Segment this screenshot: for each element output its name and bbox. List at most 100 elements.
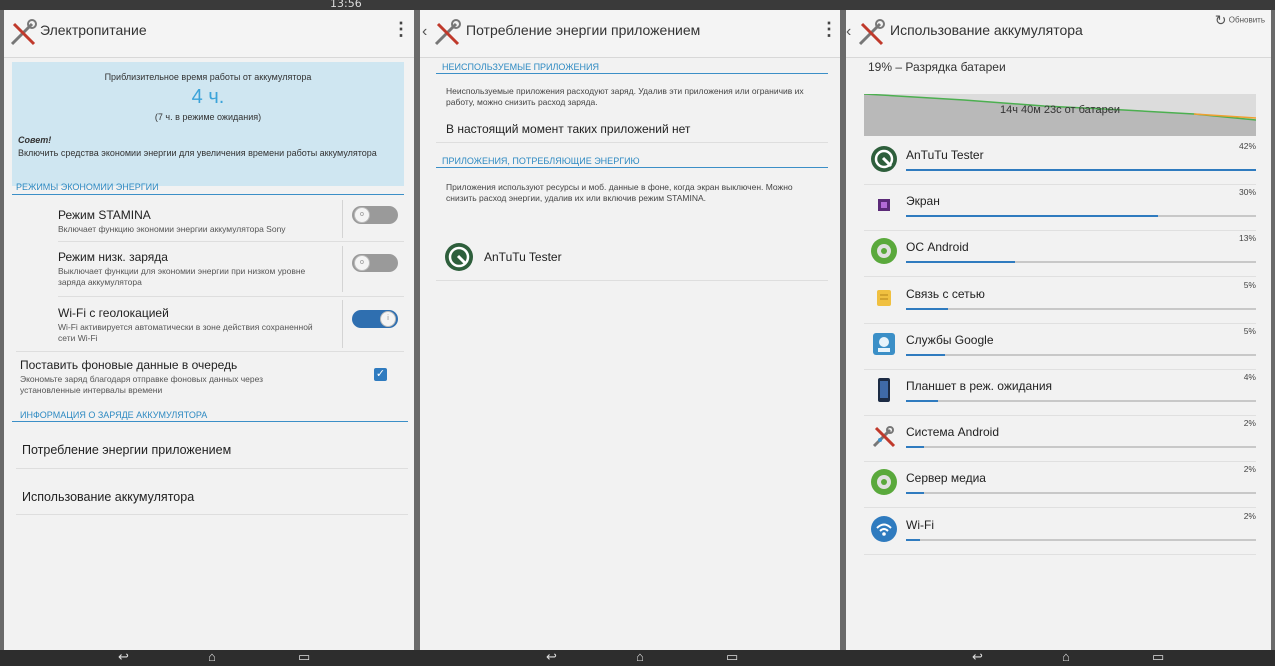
home-icon[interactable]: ⌂ <box>636 650 644 664</box>
home-icon[interactable]: ⌂ <box>1062 650 1070 664</box>
separator <box>342 300 343 348</box>
section-divider <box>12 194 404 195</box>
section-header-modes: Режимы экономии энергии <box>16 182 159 192</box>
page-title: Потребление энергии приложением <box>466 22 701 38</box>
unused-empty-message: В настоящий момент таких приложений нет <box>446 122 691 136</box>
usage-row[interactable]: Службы Google 5% <box>864 324 1256 370</box>
stamina-title: Режим STAMINA <box>58 208 151 222</box>
toggle-knob: i <box>380 311 396 327</box>
usage-percent: 2% <box>1243 510 1256 521</box>
system-nav-bar: ↩ ⌂ ▭ ↩ ⌂ ▭ ↩ ⌂ ▭ <box>0 650 1275 666</box>
chevron-left-icon[interactable]: ‹ <box>422 23 427 41</box>
usage-row[interactable]: AnTuTu Tester 42% <box>864 139 1256 185</box>
usage-row[interactable]: ОС Android 13% <box>864 231 1256 278</box>
usage-bar-fill <box>906 538 920 541</box>
usage-row[interactable]: Связь с сетью 5% <box>864 278 1256 324</box>
tools-icon[interactable] <box>432 18 462 48</box>
usage-percent: 30% <box>1238 187 1256 198</box>
tools-icon[interactable] <box>8 18 38 48</box>
overflow-menu-icon[interactable]: ⋮ <box>392 20 410 38</box>
usage-row[interactable]: Сервер медиа 2% <box>864 462 1256 509</box>
back-icon[interactable]: ↩ <box>118 650 129 664</box>
power-settings-panel: Электропитание ⋮ Приблизительное время р… <box>4 10 414 650</box>
android-system-icon <box>872 426 896 448</box>
usage-bar-fill <box>906 261 1015 264</box>
chevron-left-icon[interactable]: ‹ <box>846 23 851 41</box>
wifi-geo-toggle[interactable]: i <box>352 310 398 328</box>
usage-percent: 4% <box>1243 372 1256 382</box>
usage-percent: 13% <box>1238 233 1256 244</box>
tablet-idle-icon <box>878 378 890 402</box>
usage-percent: 2% <box>1243 464 1256 475</box>
usage-row[interactable]: Экран 30% <box>864 185 1256 232</box>
app-power-usage-link[interactable]: Потребление энергии приложением <box>22 443 231 457</box>
recents-icon[interactable]: ▭ <box>298 650 310 664</box>
usage-bar <box>906 400 1256 402</box>
queue-desc: Экономьте заряд благодаря отправке фонов… <box>20 374 264 395</box>
usage-name: ОС Android <box>906 240 969 255</box>
usage-bar-fill <box>906 215 1158 218</box>
wifi-geo-desc: Wi-Fi активируется автоматически в зоне … <box>58 322 313 343</box>
low-battery-toggle[interactable]: o <box>352 254 398 272</box>
divider <box>16 351 404 352</box>
media-server-icon <box>871 469 897 496</box>
usage-bar <box>906 169 1256 171</box>
recents-icon[interactable]: ▭ <box>726 650 738 664</box>
section-header-unused: Неиспользуемые приложения <box>442 62 600 72</box>
unused-desc: Неиспользуемые приложения расходуют заря… <box>446 86 804 107</box>
usage-percent: 5% <box>1243 325 1256 336</box>
action-bar: ‹ Использование аккумулятора ↻ Обновить <box>846 10 1271 58</box>
action-bar: ‹ Потребление энергии приложением ⋮ <box>420 10 840 58</box>
toggle-knob: o <box>354 207 370 223</box>
status-bar: 13:56 <box>0 0 1275 10</box>
screen-icon <box>878 199 890 212</box>
battery-status: 19% – Разрядка батареи <box>868 60 1006 74</box>
page-title: Использование аккумулятора <box>890 22 1083 38</box>
usage-bar <box>906 215 1256 218</box>
divider <box>58 241 404 242</box>
refresh-button[interactable]: ↻ Обновить <box>1215 12 1265 29</box>
usage-bar <box>906 446 1256 449</box>
usage-row[interactable]: Wi-Fi 2% <box>864 509 1256 555</box>
antutu-app-icon <box>445 243 473 271</box>
google-services-icon <box>873 332 895 355</box>
recents-icon[interactable]: ▭ <box>1152 650 1164 664</box>
usage-row[interactable]: Планшет в реж. ожидания 4% <box>864 370 1256 416</box>
usage-bar-fill <box>906 492 924 495</box>
usage-name: Службы Google <box>906 332 994 347</box>
battery-usage-panel: ‹ Использование аккумулятора ↻ Обновить … <box>846 10 1271 650</box>
section-divider <box>436 73 828 74</box>
overflow-menu-icon[interactable]: ⋮ <box>820 20 838 38</box>
usage-bar-fill <box>906 400 938 402</box>
battery-graph: 14ч 40м 23с от батареи <box>864 94 1256 136</box>
refresh-icon: ↻ <box>1214 12 1227 28</box>
queue-title: Поставить фоновые данные в очередь <box>20 358 238 372</box>
android-os-icon <box>871 238 897 265</box>
battery-estimate-card: Приблизительное время работы от аккумуля… <box>12 62 404 186</box>
battery-graph-label: 14ч 40м 23с от батареи <box>1000 104 1120 116</box>
queue-checkbox[interactable]: ✓ <box>374 368 387 381</box>
back-icon[interactable]: ↩ <box>972 650 983 664</box>
back-icon[interactable]: ↩ <box>546 650 557 664</box>
battery-usage-link[interactable]: Использование аккумулятора <box>22 490 194 504</box>
usage-bar-fill <box>906 353 945 356</box>
usage-name: Wi-Fi <box>906 517 934 532</box>
antutu-app-icon <box>871 146 897 172</box>
home-icon[interactable]: ⌂ <box>208 650 216 664</box>
refresh-label: Обновить <box>1228 15 1265 25</box>
tip-text: Включить средства экономии энергии для у… <box>18 148 377 158</box>
stamina-desc: Включает функцию экономии энергии аккуму… <box>58 224 286 234</box>
section-header-consuming: Приложения, потребляющие энергию <box>442 156 640 166</box>
battery-estimate-label: Приблизительное время работы от аккумуля… <box>104 72 312 82</box>
usage-bar-fill <box>906 307 948 310</box>
stamina-toggle[interactable]: o <box>352 206 398 224</box>
usage-bar <box>906 261 1256 264</box>
usage-name: Связь с сетью <box>906 286 985 301</box>
separator <box>342 200 343 238</box>
usage-row[interactable]: Система Android 2% <box>864 416 1256 463</box>
section-header-info: Информация о заряде аккумулятора <box>20 410 208 420</box>
wifi-icon <box>871 515 897 542</box>
page-title: Электропитание <box>40 22 147 38</box>
tools-icon[interactable] <box>856 18 886 48</box>
usage-bar-fill <box>906 169 1256 171</box>
